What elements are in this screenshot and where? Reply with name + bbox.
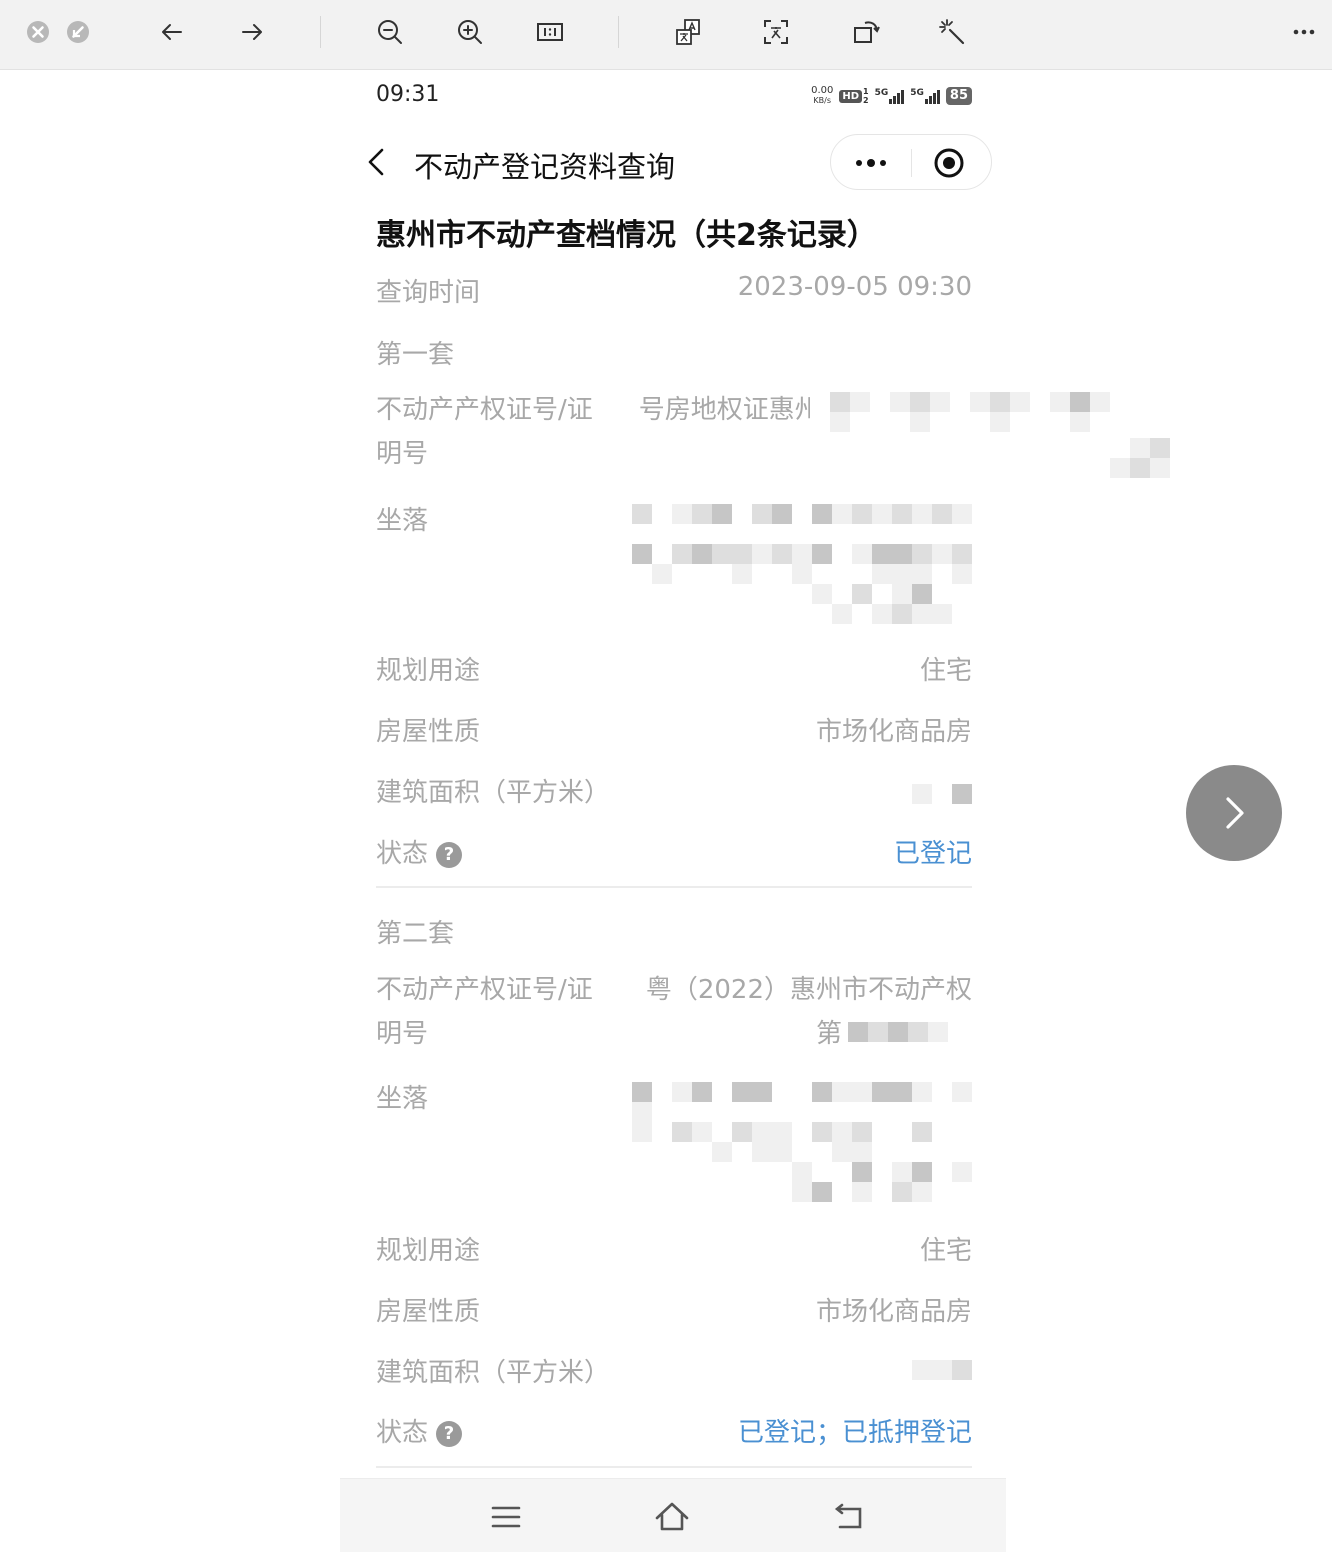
record-divider (376, 1466, 972, 1468)
network-speed: 0.00 KB/s (811, 85, 834, 106)
house-nature-value: 市场化商品房 (815, 717, 972, 747)
chevron-right-icon (1226, 797, 1244, 829)
redaction-mosaic (810, 392, 1150, 432)
area-label: 建筑面积（平方米） (376, 778, 611, 808)
toolbar-separator (320, 16, 321, 48)
cert-number-row: 不动产产权证号/证明号 粤（2022）惠州市不动产权 第 (376, 968, 972, 1058)
capsule-divider (911, 149, 912, 177)
scan-text-icon[interactable] (758, 14, 794, 50)
house-nature-label: 房屋性质 (376, 1297, 481, 1327)
hd-voice-badge: HD 1 2 (839, 87, 869, 105)
record-divider (376, 886, 972, 888)
record-heading: 第二套 (376, 919, 455, 949)
close-target-icon[interactable] (931, 145, 967, 181)
status-bar: 09:31 0.00 KB/s HD 1 2 5G 5G 85 (376, 82, 972, 114)
status-value[interactable]: 已登记 (894, 833, 972, 870)
magic-wand-icon[interactable] (934, 14, 970, 50)
area-label: 建筑面积（平方米） (376, 1358, 611, 1388)
query-time-value: 2023-09-05 09:30 (737, 272, 972, 302)
house-nature-value: 市场化商品房 (815, 1297, 972, 1327)
mini-program-nav-bar: 不动产登记资料查询 (340, 130, 1006, 194)
redaction-mosaic-location (632, 1082, 972, 1202)
menu-lines-icon[interactable] (486, 1497, 526, 1537)
usage-value: 住宅 (919, 656, 972, 686)
record-heading: 第一套 (376, 340, 455, 370)
phone-screen: 09:31 0.00 KB/s HD 1 2 5G 5G 85 不动产登记资料查… (340, 70, 1210, 1552)
query-time-label: 查询时间 (376, 278, 481, 308)
house-nature-row: 房屋性质 市场化商品房 (376, 711, 972, 751)
usage-row: 规划用途 住宅 (376, 650, 972, 690)
next-image-button[interactable] (1186, 765, 1282, 861)
status-label: 状态? (376, 833, 463, 870)
zoom-in-icon[interactable] (452, 14, 488, 50)
system-nav-bar (340, 1478, 1006, 1552)
status-row: 状态? 已登记；已抵押登记 (376, 1412, 972, 1452)
redaction-mosaic-location (632, 504, 972, 624)
query-time-row: 查询时间 2023-09-05 09:30 (376, 272, 972, 312)
cert-number-label: 不动产产权证号/证明号 (376, 395, 593, 469)
battery-icon: 85 (945, 87, 972, 105)
arrow-left-icon[interactable] (154, 14, 190, 50)
more-options-icon[interactable] (1286, 14, 1322, 50)
area-row: 建筑面积（平方米） (376, 1352, 972, 1392)
usage-label: 规划用途 (376, 1236, 481, 1266)
translate-icon[interactable] (670, 14, 706, 50)
arrow-right-icon[interactable] (234, 14, 270, 50)
signal-5g-2-icon: 5G (910, 88, 940, 104)
viewer-toolbar (0, 0, 1332, 70)
cert-number-value: 粤（2022）惠州市不动产权 第 (645, 975, 972, 1049)
location-label: 坐落 (376, 506, 429, 536)
back-return-icon[interactable] (828, 1497, 868, 1537)
house-nature-row: 房屋性质 市场化商品房 (376, 1291, 972, 1331)
more-dots-icon[interactable] (849, 147, 893, 179)
signal-5g-1-icon: 5G (875, 88, 905, 104)
close-window-icon[interactable] (20, 14, 56, 50)
redaction-mosaic (848, 1022, 968, 1042)
status-time: 09:31 (376, 82, 440, 107)
location-label: 坐落 (376, 1084, 429, 1114)
home-icon[interactable] (652, 1497, 692, 1537)
section-title: 惠州市不动产查档情况（共2条记录） (376, 218, 877, 253)
status-row: 状态? 已登记 (376, 833, 972, 873)
redaction-mosaic (870, 438, 1210, 478)
redaction-mosaic-area (912, 784, 972, 804)
help-question-icon[interactable]: ? (436, 842, 463, 868)
redaction-mosaic-area (892, 1360, 972, 1380)
usage-row: 规划用途 住宅 (376, 1230, 972, 1270)
actual-size-icon[interactable] (532, 14, 568, 50)
area-row: 建筑面积（平方米） (376, 772, 972, 812)
minimize-window-icon[interactable] (60, 14, 96, 50)
help-question-icon[interactable]: ? (436, 1421, 463, 1447)
page-title: 不动产登记资料查询 (414, 150, 676, 184)
usage-value: 住宅 (919, 1236, 972, 1266)
zoom-out-icon[interactable] (372, 14, 408, 50)
toolbar-separator (618, 16, 619, 48)
back-chevron-icon[interactable] (362, 142, 394, 182)
status-label: 状态? (376, 1412, 463, 1449)
capsule-menu (830, 134, 992, 190)
cert-number-label: 不动产产权证号/证明号 (376, 975, 593, 1049)
status-indicators: 0.00 KB/s HD 1 2 5G 5G 85 (811, 86, 972, 106)
usage-label: 规划用途 (376, 656, 481, 686)
status-value[interactable]: 已登记；已抵押登记 (738, 1412, 972, 1449)
house-nature-label: 房屋性质 (376, 717, 481, 747)
rotate-icon[interactable] (848, 14, 884, 50)
